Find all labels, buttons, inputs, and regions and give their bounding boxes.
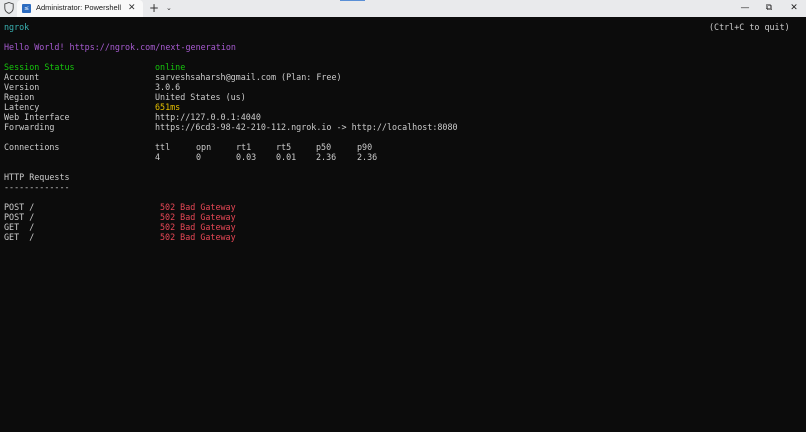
close-tab-icon[interactable]: ✕ [128, 1, 136, 15]
conn-header-rt5: rt5 [276, 142, 292, 152]
http-requests-underline: ------------- [4, 182, 70, 192]
title-bar: ≤ Administrator: Powershell ✕ + ⌄ — ⧉ ✕ [0, 0, 806, 18]
conn-value-opn: 0 [196, 152, 202, 162]
tab-powershell[interactable]: ≤ Administrator: Powershell ✕ [17, 0, 143, 17]
conn-header-opn: opn [196, 142, 212, 152]
conn-value-p50: 2.36 [316, 152, 337, 162]
status-label-session: Session Status [4, 62, 75, 72]
request-method: GET / [4, 232, 35, 242]
conn-header-ttl: ttl [155, 142, 171, 152]
status-label-region: Region [4, 92, 35, 102]
request-status: 502 Bad Gateway [160, 212, 236, 222]
connections-label: Connections [4, 142, 60, 152]
greeting: Hello World! https://ngrok.com/next-gene… [4, 42, 236, 52]
conn-value-ttl: 4 [155, 152, 161, 162]
status-value-version: 3.0.6 [155, 82, 181, 92]
status-label-version: Version [4, 82, 40, 92]
request-status: 502 Bad Gateway [160, 222, 236, 232]
request-method: POST / [4, 202, 35, 212]
terminal-output[interactable]: ngrok (Ctrl+C to quit) Hello World! http… [0, 17, 806, 432]
status-value-region: United States (us) [155, 92, 246, 102]
chevron-down-icon[interactable]: ⌄ [166, 1, 172, 16]
conn-header-p90: p90 [357, 142, 373, 152]
app-name: ngrok [4, 22, 30, 32]
request-method: POST / [4, 212, 35, 222]
status-value-web-interface[interactable]: http://127.0.0.1:4040 [155, 112, 261, 122]
powershell-icon: ≤ [22, 4, 31, 13]
maximize-button[interactable]: ⧉ [758, 0, 780, 17]
conn-header-rt1: rt1 [236, 142, 252, 152]
minimize-button[interactable]: — [734, 0, 756, 17]
request-method: GET / [4, 222, 35, 232]
tab-title: Administrator: Powershell [36, 3, 122, 12]
status-label-account: Account [4, 72, 40, 82]
request-status: 502 Bad Gateway [160, 232, 236, 242]
conn-header-p50: p50 [316, 142, 332, 152]
quit-hint: (Ctrl+C to quit) [709, 22, 790, 32]
status-value-session: online [155, 62, 186, 72]
shield-icon [4, 2, 14, 14]
conn-value-p90: 2.36 [357, 152, 378, 162]
status-value-account: sarveshsaharsh@gmail.com (Plan: Free) [155, 72, 342, 82]
conn-value-rt1: 0.03 [236, 152, 257, 162]
new-tab-button[interactable]: + [149, 0, 159, 17]
status-value-latency: 651ms [155, 102, 181, 112]
close-window-button[interactable]: ✕ [783, 0, 805, 17]
status-value-forwarding[interactable]: https://6cd3-98-42-210-112.ngrok.io -> h… [155, 122, 458, 132]
status-label-latency: Latency [4, 102, 40, 112]
http-requests-title: HTTP Requests [4, 172, 70, 182]
status-label-forwarding: Forwarding [4, 122, 55, 132]
conn-value-rt5: 0.01 [276, 152, 297, 162]
request-status: 502 Bad Gateway [160, 202, 236, 212]
status-label-web-interface: Web Interface [4, 112, 70, 122]
drag-region-indicator [340, 0, 365, 1]
